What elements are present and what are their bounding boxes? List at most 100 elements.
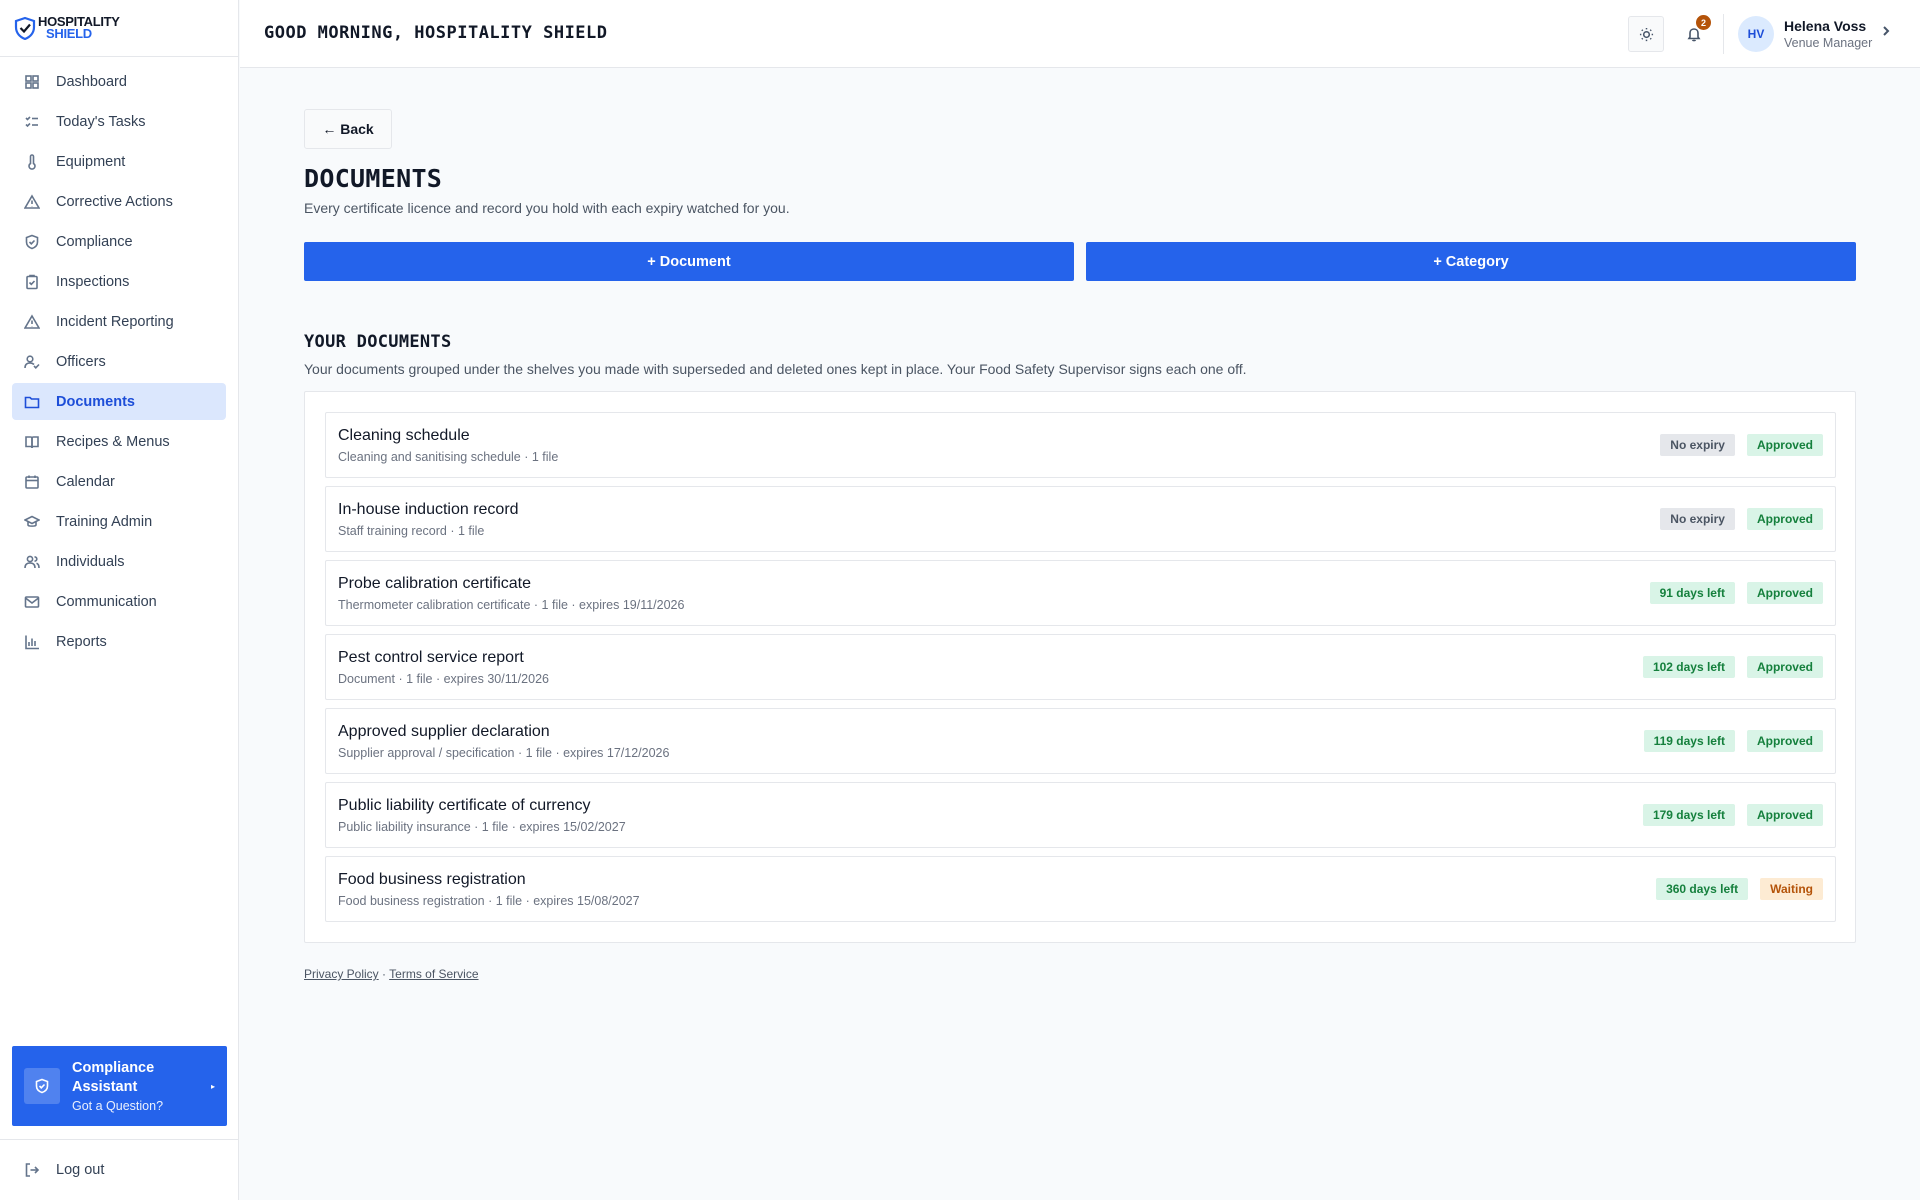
document-row[interactable]: In-house induction record Staff training… (325, 486, 1836, 552)
document-row[interactable]: Pest control service report Document · 1… (325, 634, 1836, 700)
sidebar-item-equipment[interactable]: Equipment (12, 143, 226, 180)
logout-icon (25, 1163, 40, 1177)
sidebar-item-communication[interactable]: Communication (12, 583, 226, 620)
expiry-badge: 179 days left (1642, 804, 1735, 826)
sidebar-item-reports[interactable]: Reports (12, 623, 226, 660)
back-button[interactable]: ← Back (304, 109, 392, 149)
legal-separator: · (382, 967, 387, 981)
grid-icon (25, 74, 39, 89)
notifications-button[interactable]: 2 (1676, 15, 1712, 52)
shield-logo-icon (14, 16, 36, 40)
sidebar-item-label: Inspections (56, 273, 130, 290)
document-row[interactable]: Approved supplier declaration Supplier a… (325, 708, 1836, 774)
document-meta: Staff training record · 1 file (338, 524, 485, 538)
sidebar-footer: Compliance Assistant Got a Question? ▸ L… (0, 1046, 239, 1200)
sidebar-item-label: Reports (56, 633, 107, 650)
sidebar-item-label: Incident Reporting (56, 313, 174, 330)
sidebar-nav: Dashboard Today's Tasks Equipment Correc… (0, 57, 238, 660)
sidebar-item-label: Equipment (56, 153, 126, 170)
document-row[interactable]: Probe calibration certificate Thermomete… (325, 560, 1836, 626)
document-row[interactable]: Food business registration Food business… (325, 856, 1836, 922)
sidebar-item-training-admin[interactable]: Training Admin (12, 503, 226, 540)
document-title: Probe calibration certificate (338, 575, 531, 592)
sidebar-item-individuals[interactable]: Individuals (12, 543, 226, 580)
sidebar-item-label: Training Admin (56, 513, 153, 530)
top-header: GOOD MORNING, HOSPITALITY SHIELD 2 HV He… (240, 0, 1920, 68)
sidebar-item-inspections[interactable]: Inspections (12, 263, 226, 300)
document-title: Public liability certificate of currency (338, 797, 591, 814)
status-badge: Approved (1746, 730, 1823, 752)
add-document-button[interactable]: + Document (304, 242, 1074, 281)
status-badge: Approved (1746, 508, 1823, 530)
documents-list: Cleaning schedule Cleaning and sanitisin… (304, 391, 1856, 943)
bar-chart-icon (25, 635, 39, 649)
document-meta: Cleaning and sanitising schedule · 1 fil… (338, 450, 559, 464)
greeting: GOOD MORNING, HOSPITALITY SHIELD (264, 23, 608, 43)
status-badge: Approved (1746, 656, 1823, 678)
sidebar-item-dashboard[interactable]: Dashboard (12, 63, 226, 100)
document-row[interactable]: Cleaning schedule Cleaning and sanitisin… (325, 412, 1836, 478)
theme-toggle-button[interactable] (1628, 16, 1664, 52)
logout-button[interactable]: Log out (0, 1140, 239, 1200)
user-name: Helena Voss (1784, 18, 1867, 34)
status-badge: Approved (1746, 804, 1823, 826)
sidebar-item-compliance[interactable]: Compliance (12, 223, 226, 260)
sidebar-item-incident-reporting[interactable]: Incident Reporting (12, 303, 226, 340)
expiry-badge: 360 days left (1656, 878, 1749, 900)
brand-logo[interactable]: HOSPITALITY SHIELD (0, 0, 238, 57)
divider (1723, 14, 1724, 54)
sidebar-item-label: Officers (56, 353, 106, 370)
expiry-badge: 102 days left (1642, 656, 1735, 678)
document-meta: Public liability insurance · 1 file · ex… (338, 820, 626, 834)
legal-links: Privacy Policy · Terms of Service (304, 967, 479, 981)
document-title: Pest control service report (338, 649, 524, 666)
thermometer-icon (28, 153, 36, 170)
logout-label: Log out (56, 1162, 105, 1178)
document-title: Approved supplier declaration (338, 723, 550, 740)
folder-icon (24, 396, 40, 408)
privacy-policy-link[interactable]: Privacy Policy (304, 967, 379, 981)
status-badge: Waiting (1760, 878, 1823, 900)
status-badge: Approved (1746, 434, 1823, 456)
sidebar-item-todays-tasks[interactable]: Today's Tasks (12, 103, 226, 140)
sidebar-item-label: Individuals (56, 553, 125, 570)
notification-count-badge: 2 (1696, 15, 1711, 30)
sidebar-item-documents[interactable]: Documents (12, 383, 226, 420)
warning-icon (24, 313, 40, 329)
status-badge: Approved (1746, 582, 1823, 604)
expiry-badge: 91 days left (1649, 582, 1735, 604)
book-icon (25, 435, 39, 448)
shield-check-icon (25, 234, 39, 249)
sidebar-item-calendar[interactable]: Calendar (12, 463, 226, 500)
warning-icon (24, 193, 40, 209)
sidebar-item-label: Documents (56, 393, 135, 410)
sidebar-item-recipes-menus[interactable]: Recipes & Menus (12, 423, 226, 460)
sidebar-item-corrective-actions[interactable]: Corrective Actions (12, 183, 226, 220)
compliance-assistant-button[interactable]: Compliance Assistant Got a Question? ▸ (12, 1046, 227, 1126)
shield-check-icon (35, 1078, 49, 1094)
brand-line-2: SHIELD (46, 26, 92, 41)
sidebar-item-officers[interactable]: Officers (12, 343, 226, 380)
sidebar-item-label: Today's Tasks (56, 113, 146, 130)
sidebar-item-label: Calendar (56, 473, 115, 490)
mail-icon (24, 595, 40, 608)
users-icon (24, 555, 40, 568)
sun-icon (1639, 27, 1653, 41)
sidebar-item-label: Corrective Actions (56, 193, 173, 210)
add-category-button[interactable]: + Category (1086, 242, 1856, 281)
user-menu[interactable]: HV Helena Voss Venue Manager (1738, 16, 1872, 52)
sidebar: HOSPITALITY SHIELD Dashboard Today's Tas… (0, 0, 239, 1200)
sidebar-item-label: Communication (56, 593, 157, 610)
sidebar-item-label: Recipes & Menus (56, 433, 170, 450)
document-meta: Document · 1 file · expires 30/11/2026 (338, 672, 549, 686)
terms-of-service-link[interactable]: Terms of Service (389, 967, 478, 981)
user-check-icon (24, 354, 40, 369)
document-title: Food business registration (338, 871, 526, 888)
chevron-right-icon[interactable] (1880, 24, 1892, 36)
assistant-subtitle: Got a Question? (72, 1099, 164, 1113)
assistant-title: Compliance Assistant (72, 1060, 155, 1095)
document-meta: Supplier approval / specification · 1 fi… (338, 746, 670, 760)
section-subtitle: Your documents grouped under the shelves… (304, 361, 1247, 377)
expiry-badge: No expiry (1660, 508, 1735, 530)
document-row[interactable]: Public liability certificate of currency… (325, 782, 1836, 848)
